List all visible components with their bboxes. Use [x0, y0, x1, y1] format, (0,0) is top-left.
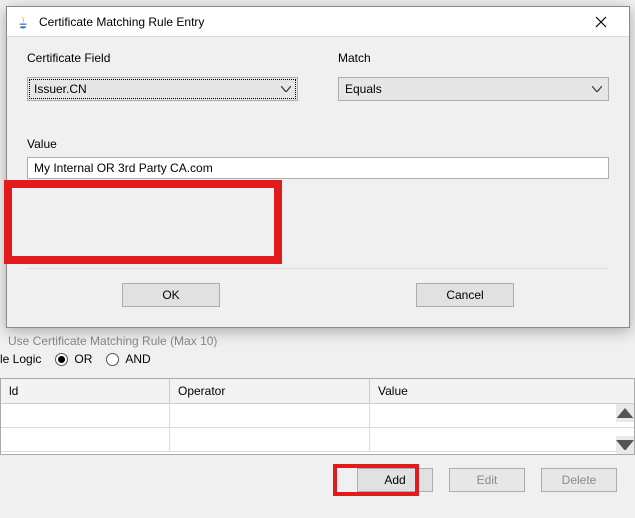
cert-field-value: Issuer.CN [34, 82, 87, 96]
close-button[interactable] [581, 8, 621, 36]
table-row[interactable] [1, 428, 634, 452]
java-icon [15, 14, 31, 30]
divider [27, 268, 609, 269]
annotation-highlight-add [333, 464, 419, 496]
dialog-button-row: OK Cancel [7, 283, 629, 307]
chevron-down-icon [281, 86, 291, 92]
annotation-highlight-value [4, 180, 282, 264]
logic-row: le Logic OR AND [0, 352, 151, 366]
edit-button: Edit [449, 468, 525, 492]
table-row[interactable] [1, 404, 634, 428]
section-label-matching-rule: Use Certificate Matching Rule (Max 10) [8, 334, 217, 348]
cancel-button[interactable]: Cancel [416, 283, 514, 307]
radio-or[interactable] [55, 353, 68, 366]
parent-window: Use Certificate Matching Rule (Max 10) l… [0, 0, 635, 518]
table-scrollbar[interactable] [616, 404, 634, 454]
value-label: Value [27, 137, 609, 151]
col-header-value[interactable]: Value [370, 379, 634, 403]
value-input[interactable] [27, 157, 609, 179]
radio-or-label: OR [74, 352, 92, 366]
cert-field-label: Certificate Field [27, 51, 298, 65]
cert-matching-dialog: Certificate Matching Rule Entry Certific… [6, 6, 630, 328]
scroll-up-icon[interactable] [616, 404, 634, 422]
match-combo[interactable]: Equals [338, 77, 609, 101]
rules-table: ld Operator Value [0, 378, 635, 455]
close-icon [595, 16, 607, 28]
match-value: Equals [345, 82, 382, 96]
table-header: ld Operator Value [1, 379, 634, 404]
ok-button[interactable]: OK [122, 283, 220, 307]
titlebar[interactable]: Certificate Matching Rule Entry [7, 7, 629, 37]
logic-label: le Logic [0, 352, 41, 366]
scroll-down-icon[interactable] [616, 436, 634, 454]
dialog-body: Certificate Field Issuer.CN Match Equals [7, 37, 629, 327]
col-header-field[interactable]: ld [1, 379, 170, 403]
radio-and-label: AND [125, 352, 150, 366]
cert-field-combo[interactable]: Issuer.CN [27, 77, 298, 101]
col-header-operator[interactable]: Operator [170, 379, 370, 403]
delete-button: Delete [541, 468, 617, 492]
table-button-row: Add Edit Delete [0, 468, 635, 492]
chevron-down-icon [592, 86, 602, 92]
match-label: Match [338, 51, 609, 65]
radio-and[interactable] [106, 353, 119, 366]
dialog-title: Certificate Matching Rule Entry [39, 15, 581, 29]
table-body [1, 404, 634, 454]
